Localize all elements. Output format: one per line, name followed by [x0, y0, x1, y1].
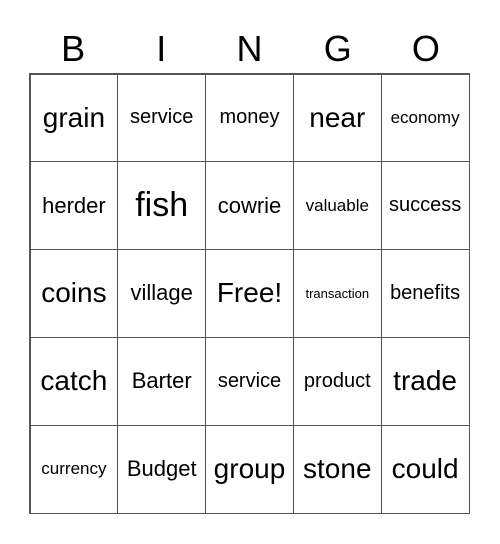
bingo-cell[interactable]: money [205, 73, 294, 163]
bingo-cell[interactable]: cowrie [205, 161, 294, 251]
bingo-cell[interactable]: group [205, 424, 294, 514]
header-letter-i: I [156, 28, 167, 69]
bingo-cell[interactable]: economy [380, 73, 470, 163]
bingo-cell[interactable]: could [380, 424, 470, 514]
bingo-cell[interactable]: fish [117, 161, 207, 251]
bingo-grid: grain service money near economy herder fish co… [29, 73, 470, 514]
bingo-cell[interactable]: trade [380, 336, 470, 426]
bingo-cell[interactable]: transaction [292, 249, 382, 338]
bingo-cell[interactable]: coins [29, 249, 119, 338]
bingo-cell[interactable]: herder [29, 161, 119, 251]
bingo-cell[interactable]: stone [292, 424, 382, 514]
bingo-cell[interactable]: product [292, 336, 382, 426]
bingo-cell[interactable]: service [117, 73, 207, 163]
bingo-cell[interactable]: catch [29, 336, 119, 426]
header-letter-o: O [411, 28, 440, 69]
bingo-cell[interactable]: Budget [117, 424, 207, 514]
header-letter-n: N [236, 28, 263, 69]
bingo-cell[interactable]: near [292, 73, 382, 163]
bingo-cell[interactable]: grain [29, 73, 119, 163]
bingo-cell[interactable]: benefits [380, 249, 470, 338]
bingo-cell[interactable]: service [205, 336, 294, 426]
header-letter-g: G [323, 28, 352, 69]
header-letter-b: B [61, 28, 86, 69]
bingo-cell[interactable]: Barter [117, 336, 207, 426]
bingo-cell[interactable]: currency [29, 424, 119, 514]
bingo-cell[interactable]: success [380, 161, 470, 251]
bingo-cell[interactable]: valuable [292, 161, 382, 251]
free-space-cell[interactable]: Free! [205, 249, 294, 338]
bingo-header: B I N G O [29, 26, 470, 72]
bingo-cell[interactable]: village [117, 249, 207, 338]
